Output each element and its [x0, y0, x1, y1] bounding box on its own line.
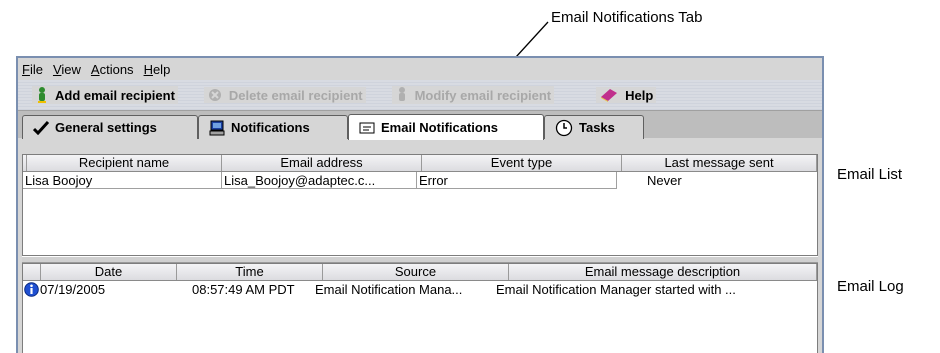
modify-email-recipient-button[interactable]: Modify email recipient	[391, 86, 555, 104]
modify-person-icon	[398, 87, 405, 101]
column-date[interactable]: Date	[41, 264, 177, 280]
table-row[interactable]: Lisa Boojoy Lisa_Boojoy@adaptec.c... Err…	[23, 172, 817, 189]
menu-file-mnemonic: F	[22, 61, 30, 77]
help-button[interactable]: Help	[596, 87, 657, 103]
email-log-header: Date Time Source Email message descripti…	[23, 264, 817, 281]
tab-notifications-label: Notifications	[231, 120, 310, 135]
menu-help-mnemonic: H	[143, 61, 153, 77]
split-pane-divider[interactable]	[22, 256, 818, 263]
column-event-type[interactable]: Event type	[422, 155, 622, 171]
table-row[interactable]: 07/19/2005 08:57:49 AM PDT Email Notific…	[23, 281, 817, 298]
menu-actions-rest: ctions	[99, 61, 134, 77]
tab-tasks-label: Tasks	[579, 120, 615, 135]
tab-general-settings-label: General settings	[55, 120, 157, 135]
tab-tasks[interactable]: Tasks	[544, 115, 644, 139]
menu-help[interactable]: Help	[144, 62, 171, 77]
menu-view-rest: iew	[61, 61, 81, 77]
column-email-address[interactable]: Email address	[222, 155, 422, 171]
menu-view[interactable]: View	[53, 62, 81, 77]
email-list-table: Recipient name Email address Event type …	[22, 154, 818, 256]
tab-strip: General settings Notifications Email Not…	[18, 110, 822, 140]
header-spacer	[23, 264, 41, 280]
menu-bar: File View Actions Help	[18, 58, 822, 80]
add-email-recipient-button[interactable]: Add email recipient	[32, 86, 178, 104]
help-book-icon	[601, 89, 618, 102]
last-message-sent-cell: Never	[647, 173, 682, 188]
email-address-cell: Lisa_Boojoy@adaptec.c...	[222, 172, 417, 189]
delete-email-recipient-button[interactable]: Delete email recipient	[203, 87, 366, 103]
email-notifications-tab-callout: Email Notifications Tab	[551, 9, 703, 26]
email-log-table: Date Time Source Email message descripti…	[22, 263, 818, 353]
column-time[interactable]: Time	[177, 264, 323, 280]
info-icon	[24, 282, 39, 297]
help-label: Help	[625, 87, 654, 103]
envelope-icon	[359, 122, 375, 133]
clock-icon	[555, 119, 573, 136]
description-cell: Email Notification Manager started with …	[496, 282, 736, 297]
tab-email-notifications-label: Email Notifications	[381, 120, 499, 135]
add-email-recipient-label: Add email recipient	[55, 87, 175, 103]
tab-notifications[interactable]: Notifications	[198, 115, 348, 139]
menu-file[interactable]: File	[22, 62, 43, 77]
menu-help-rest: elp	[152, 61, 171, 77]
checkmark-icon	[33, 120, 49, 135]
time-cell: 08:57:49 AM PDT	[192, 282, 295, 297]
column-recipient-name[interactable]: Recipient name	[27, 155, 222, 171]
date-cell: 07/19/2005	[23, 281, 177, 298]
add-person-icon	[38, 87, 46, 103]
delete-email-recipient-label: Delete email recipient	[228, 87, 363, 103]
monitor-icon	[209, 120, 225, 135]
menu-file-rest: ile	[29, 61, 43, 77]
tab-general-settings[interactable]: General settings	[22, 115, 198, 139]
email-log-callout: Email Log	[837, 278, 904, 295]
application-window: File View Actions Help Add email recipie…	[16, 56, 824, 353]
recipient-name-cell: Lisa Boojoy	[23, 172, 222, 189]
toolbar: Add email recipient Delete email recipie…	[18, 80, 822, 110]
date-value: 07/19/2005	[40, 282, 106, 297]
email-list-callout: Email List	[837, 166, 903, 183]
column-source[interactable]: Source	[323, 264, 509, 280]
source-cell: Email Notification Mana...	[315, 282, 463, 297]
tab-email-notifications[interactable]: Email Notifications	[348, 114, 544, 140]
modify-email-recipient-label: Modify email recipient	[414, 87, 552, 103]
menu-actions-mnemonic: A	[90, 61, 100, 77]
event-type-cell: Error	[417, 172, 617, 189]
column-email-message-description[interactable]: Email message description	[509, 264, 817, 280]
menu-actions[interactable]: Actions	[91, 62, 134, 77]
delete-recipient-icon	[208, 89, 221, 101]
email-list-header: Recipient name Email address Event type …	[23, 155, 817, 172]
column-last-message-sent[interactable]: Last message sent	[622, 155, 817, 171]
